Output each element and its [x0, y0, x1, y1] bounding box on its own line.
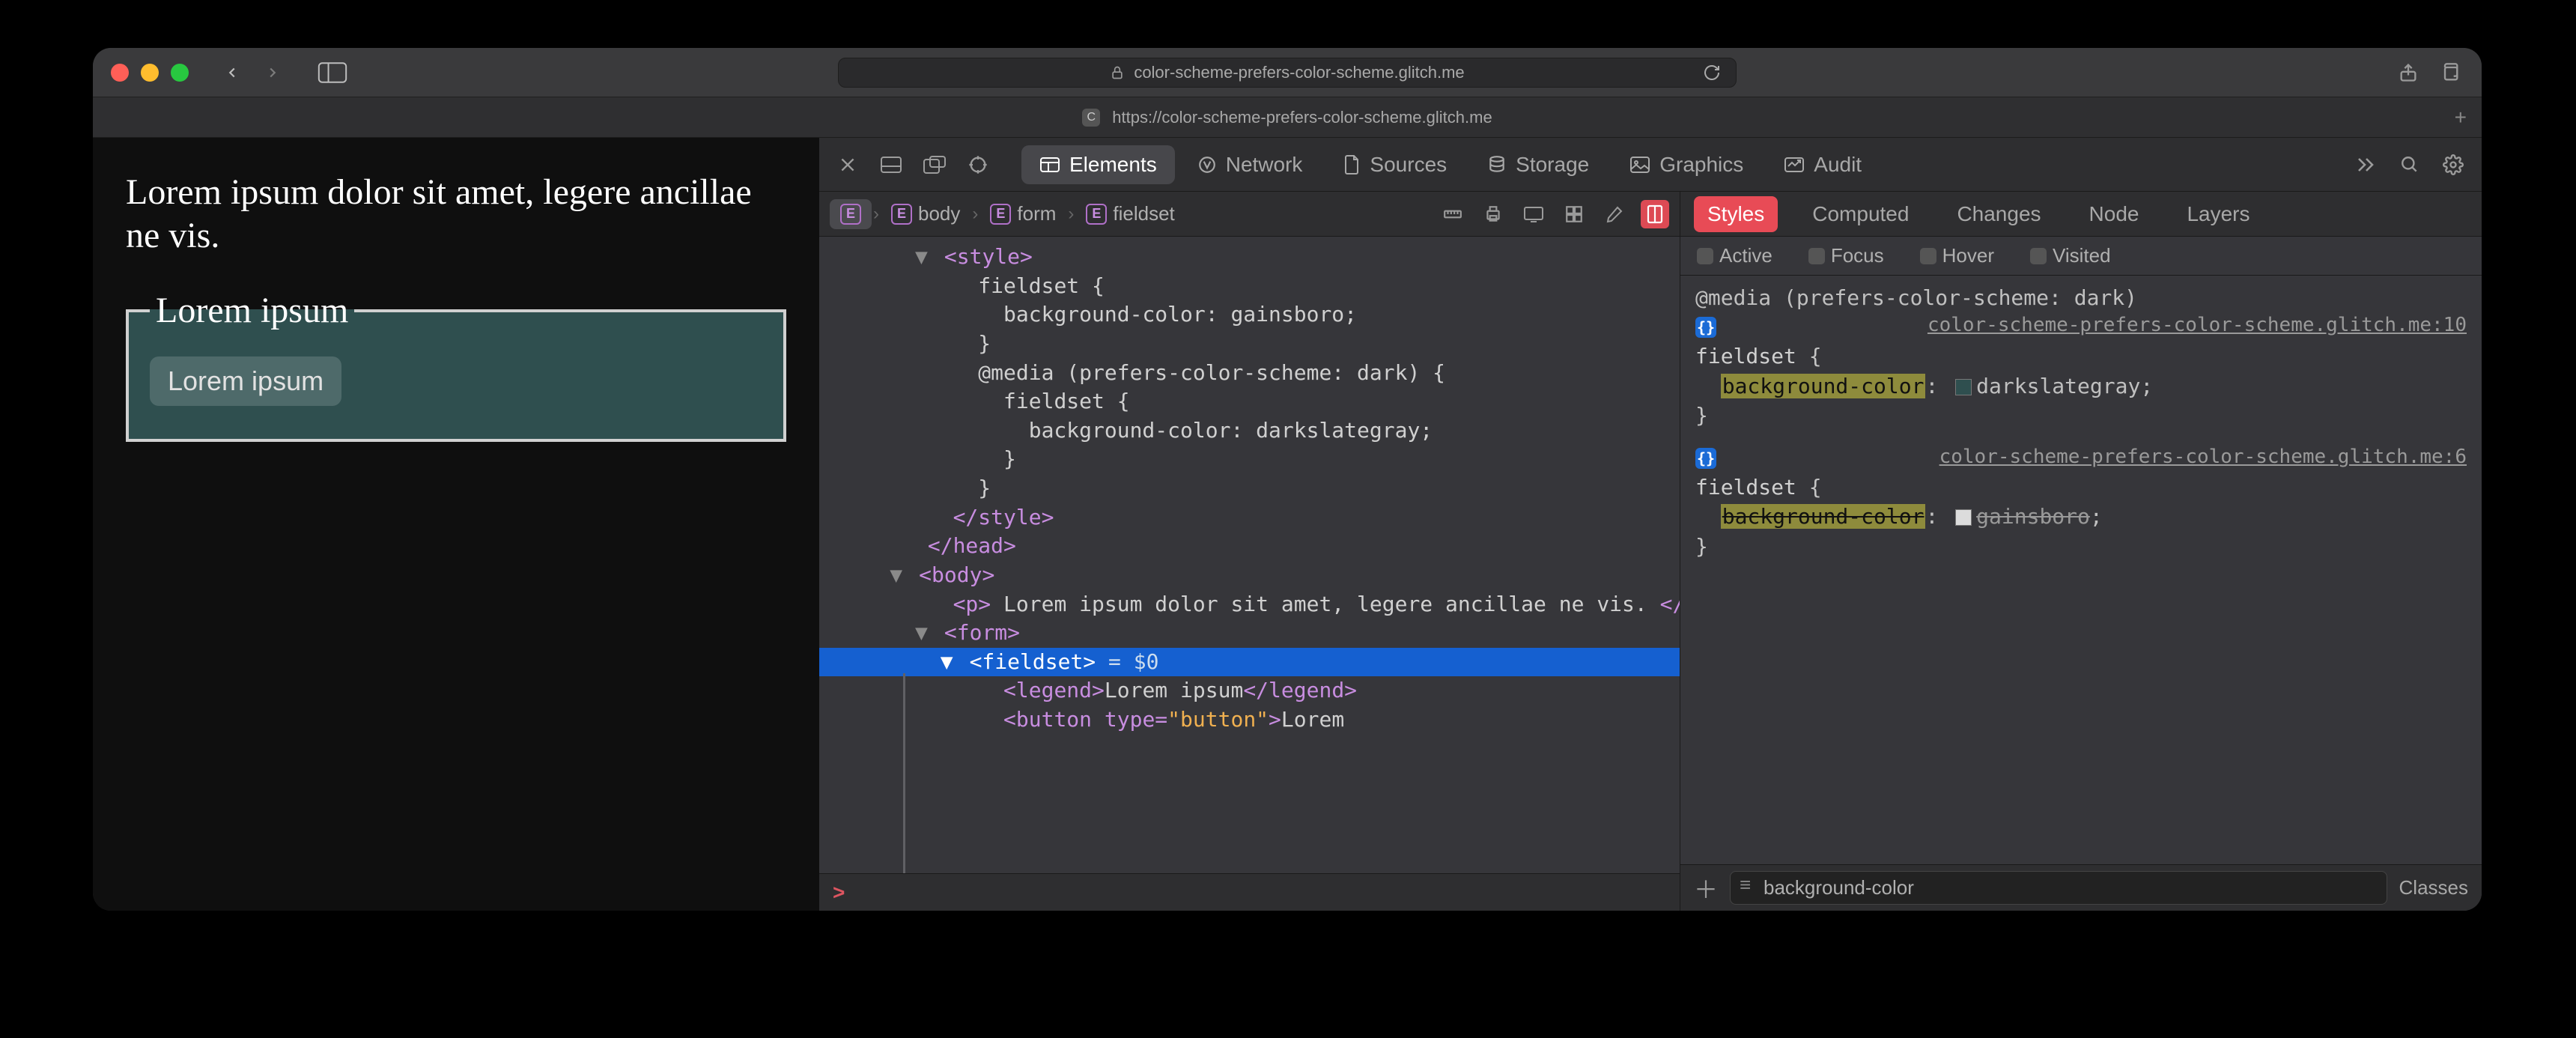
back-button[interactable]: [217, 58, 247, 88]
devtools-toolbar: Elements Network Sources Storage: [819, 138, 2482, 192]
search-icon[interactable]: [2395, 150, 2425, 180]
color-swatch-2[interactable]: [1955, 509, 1972, 526]
styles-tab-layers[interactable]: Layers: [2173, 196, 2263, 232]
chevron-right-icon: >: [833, 881, 845, 905]
dom-breadcrumb: E › Ebody › Eform › Efieldset: [819, 192, 1680, 237]
tab-audit[interactable]: Audit: [1766, 145, 1880, 184]
breadcrumb-fieldset[interactable]: Efieldset: [1075, 198, 1185, 230]
layout-bounds-icon[interactable]: [1641, 200, 1669, 228]
css-rules[interactable]: @media (prefers-color-scheme: dark) colo…: [1680, 276, 2482, 864]
force-appearance-icon[interactable]: [1519, 200, 1548, 228]
pseudo-hover[interactable]: Hover: [1920, 244, 1994, 267]
dock-side-icon[interactable]: [920, 150, 950, 180]
forward-button[interactable]: [258, 58, 288, 88]
new-tab-button[interactable]: +: [2455, 106, 2467, 130]
tab-bar: C https://color-scheme-prefers-color-sch…: [93, 97, 2482, 138]
styles-tab-changes[interactable]: Changes: [1943, 196, 2054, 232]
tab-storage[interactable]: Storage: [1469, 145, 1607, 184]
ruler-icon[interactable]: [1439, 200, 1467, 228]
source-link-2[interactable]: color-scheme-prefers-color-scheme.glitch…: [1939, 443, 2467, 470]
favicon: C: [1082, 109, 1100, 127]
print-styles-icon[interactable]: [1479, 200, 1507, 228]
pseudo-focus[interactable]: Focus: [1808, 244, 1884, 267]
element-picker-icon[interactable]: [963, 150, 993, 180]
breadcrumb-body[interactable]: Ebody: [881, 198, 970, 230]
devtools: Elements Network Sources Storage: [819, 138, 2482, 911]
compositing-icon[interactable]: [1560, 200, 1588, 228]
styles-tab-styles[interactable]: Styles: [1694, 196, 1778, 232]
paint-flashing-icon[interactable]: [1600, 200, 1629, 228]
classes-toggle[interactable]: Classes: [2399, 876, 2468, 899]
styles-filter-row: ＋ background-color Classes: [1680, 864, 2482, 911]
reload-button[interactable]: [1703, 64, 1721, 82]
dom-tree[interactable]: ▼ <style> fieldset { background-color: g…: [819, 237, 1680, 873]
styles-tabbar: Styles Computed Changes Node Layers: [1680, 192, 2482, 237]
pseudo-class-row: Active Focus Hover Visited: [1680, 237, 2482, 276]
tab-title[interactable]: https://color-scheme-prefers-color-schem…: [1112, 108, 1492, 127]
share-button[interactable]: [2395, 59, 2422, 86]
styles-tab-computed[interactable]: Computed: [1799, 196, 1922, 232]
elements-panel: E › Ebody › Eform › Efieldset: [819, 192, 1680, 911]
page-paragraph: Lorem ipsum dolor sit amet, legere ancil…: [126, 171, 786, 257]
add-rule-button[interactable]: ＋: [1694, 871, 1718, 905]
browser-window: color-scheme-prefers-color-scheme.glitch…: [93, 48, 2482, 911]
tab-sources[interactable]: Sources: [1325, 145, 1465, 184]
breadcrumb-root[interactable]: E: [830, 199, 872, 229]
url-text: color-scheme-prefers-color-scheme.glitch…: [1134, 63, 1464, 82]
tab-elements[interactable]: Elements: [1021, 145, 1175, 184]
rule-icon: {}: [1695, 317, 1716, 338]
lock-icon: [1110, 65, 1125, 80]
more-tabs-icon[interactable]: [2351, 150, 2381, 180]
console-prompt[interactable]: >: [819, 873, 1680, 911]
color-swatch-1[interactable]: [1955, 379, 1972, 395]
sidebar-toggle-button[interactable]: [318, 58, 347, 88]
css-rule-1[interactable]: @media (prefers-color-scheme: dark) colo…: [1695, 283, 2467, 430]
selected-dom-node[interactable]: ▼ <fieldset> = $0: [819, 648, 1680, 677]
page-button[interactable]: Lorem ipsum: [150, 356, 341, 406]
address-bar[interactable]: color-scheme-prefers-color-scheme.glitch…: [838, 58, 1737, 88]
window-controls: [111, 64, 189, 82]
styles-filter-input[interactable]: background-color: [1730, 871, 2387, 905]
dock-bottom-icon[interactable]: [876, 150, 906, 180]
settings-icon[interactable]: [2438, 150, 2468, 180]
source-link-1[interactable]: color-scheme-prefers-color-scheme.glitch…: [1928, 312, 2467, 339]
tab-network[interactable]: Network: [1179, 145, 1321, 184]
breadcrumb-form[interactable]: Eform: [979, 198, 1066, 230]
page-legend: Lorem ipsum: [150, 290, 354, 331]
rendered-page: Lorem ipsum dolor sit amet, legere ancil…: [93, 138, 819, 911]
content-area: Lorem ipsum dolor sit amet, legere ancil…: [93, 138, 2482, 911]
pseudo-visited[interactable]: Visited: [2030, 244, 2111, 267]
close-devtools-button[interactable]: [833, 150, 863, 180]
css-rule-2[interactable]: color-scheme-prefers-color-scheme.glitch…: [1695, 443, 2467, 561]
close-window-button[interactable]: [111, 64, 129, 82]
titlebar: color-scheme-prefers-color-scheme.glitch…: [93, 48, 2482, 97]
pseudo-active[interactable]: Active: [1697, 244, 1772, 267]
zoom-window-button[interactable]: [171, 64, 189, 82]
styles-tab-node[interactable]: Node: [2076, 196, 2153, 232]
rule-icon: {}: [1695, 448, 1716, 469]
styles-panel: Styles Computed Changes Node Layers Acti…: [1680, 192, 2482, 911]
tabs-overview-button[interactable]: [2437, 59, 2464, 86]
page-fieldset: Lorem ipsum Lorem ipsum: [126, 290, 786, 442]
minimize-window-button[interactable]: [141, 64, 159, 82]
tab-graphics[interactable]: Graphics: [1611, 145, 1761, 184]
